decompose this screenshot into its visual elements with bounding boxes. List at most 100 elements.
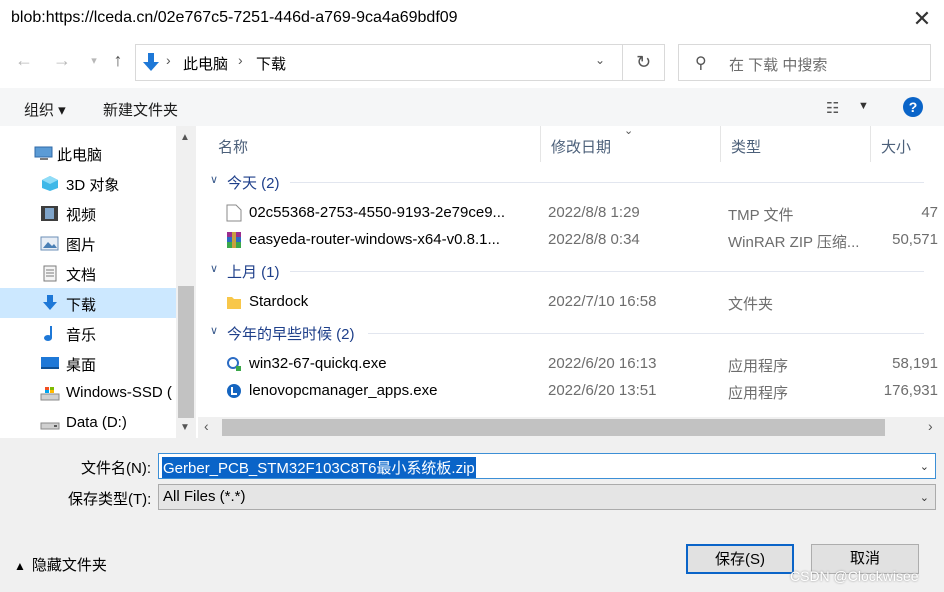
nav-scrollbar[interactable]: ▲ ▼ — [176, 126, 196, 438]
view-options-icon[interactable]: ☷ — [826, 99, 839, 117]
file-date: 2022/6/20 16:13 — [548, 355, 657, 372]
file-type: WinRAR ZIP 压缩... — [728, 234, 860, 251]
scroll-down-icon[interactable]: ▼ — [180, 422, 190, 433]
breadcrumb-downloads[interactable]: 下载 — [256, 53, 286, 74]
filename-label: 文件名(N): — [81, 460, 151, 477]
chevron-down-icon[interactable]: ⌄ — [920, 460, 929, 473]
file-list: ⌄ 名称 修改日期 类型 大小 ∨ 今天 (2) 02c55368-2753-4… — [198, 126, 944, 416]
column-header-size[interactable]: 大小 — [871, 126, 944, 162]
downloads-arrow-icon — [143, 53, 159, 71]
navigation-pane: 此电脑 3D 对象 视频 图片 文档 下载 音乐 桌面 Windows-SSD … — [0, 126, 196, 438]
nav-item-label: Windows-SSD ( — [66, 384, 172, 401]
group-header-last-month[interactable]: ∨ 上月 (1) — [198, 258, 944, 284]
scroll-up-icon[interactable]: ▲ — [180, 132, 190, 143]
window-title: blob:https://lceda.cn/02e767c5-7251-446d… — [11, 9, 458, 26]
nav-item-music[interactable]: 音乐 — [0, 318, 176, 348]
nav-item-videos[interactable]: 视频 — [0, 198, 176, 228]
nav-item-3d-objects[interactable]: 3D 对象 — [0, 168, 176, 198]
scroll-right-icon[interactable]: › — [928, 418, 933, 434]
address-bar[interactable]: › 此电脑 › 下载 ⌄ — [135, 44, 623, 81]
file-row[interactable]: easyeda-router-windows-x64-v0.8.1... 202… — [198, 226, 944, 253]
hide-folders-toggle[interactable]: ▲ 隐藏文件夹 — [14, 554, 107, 575]
organize-button[interactable]: 组织 ▾ — [24, 99, 66, 120]
nav-item-label: 桌面 — [66, 357, 97, 374]
chevron-up-icon: ▲ — [14, 559, 26, 573]
column-header-label: 名称 — [218, 139, 249, 156]
nav-item-label: 视频 — [66, 207, 97, 224]
group-label: 今天 (2) — [227, 175, 280, 192]
drive-icon — [40, 422, 60, 430]
nav-item-this-pc[interactable]: 此电脑 — [0, 138, 176, 168]
nav-item-downloads[interactable]: 下载 — [0, 288, 176, 318]
collapse-chevron-icon[interactable]: ∨ — [210, 173, 218, 186]
file-size: 58,191 — [892, 355, 938, 372]
nav-item-desktop[interactable]: 桌面 — [0, 348, 176, 378]
file-row[interactable]: 02c55368-2753-4550-9193-2e79ce9... 2022/… — [198, 199, 944, 226]
address-dropdown-chevron-icon[interactable]: ⌄ — [595, 53, 605, 67]
nav-item-label: 图片 — [66, 237, 97, 254]
file-row[interactable]: win32-67-quickq.exe 2022/6/20 16:13 应用程序… — [198, 350, 944, 377]
title-bar: blob:https://lceda.cn/02e767c5-7251-446d… — [0, 0, 944, 38]
folder-icon — [227, 297, 241, 309]
new-folder-button[interactable]: 新建文件夹 — [103, 99, 178, 120]
column-header-type[interactable]: 类型 — [721, 126, 871, 162]
help-icon[interactable]: ? — [903, 97, 923, 117]
forward-arrow-icon[interactable]: → — [50, 50, 74, 71]
lenovo-app-icon — [227, 384, 241, 398]
column-header-label: 大小 — [881, 139, 912, 156]
group-label: 今年的早些时候 (2) — [227, 326, 355, 343]
column-header-label: 类型 — [731, 139, 762, 156]
nav-item-data-d[interactable]: Data (D:) — [0, 408, 176, 438]
nav-item-documents[interactable]: 文档 — [0, 258, 176, 288]
close-icon[interactable]: ✕ — [904, 2, 940, 36]
group-label: 上月 (1) — [227, 264, 280, 281]
file-type: TMP 文件 — [728, 207, 794, 224]
file-row[interactable]: Stardock 2022/7/10 16:58 文件夹 — [198, 288, 944, 315]
back-arrow-icon[interactable]: ← — [12, 50, 36, 71]
file-size: 176,931 — [883, 382, 938, 399]
column-header-label: 修改日期 — [551, 139, 612, 156]
nav-item-label: Data (D:) — [66, 414, 127, 431]
desktop-icon — [41, 357, 59, 369]
drive-icon — [40, 387, 60, 401]
breadcrumb-separator-icon: › — [166, 52, 171, 68]
nav-item-label: 文档 — [66, 267, 97, 284]
breadcrumb-this-pc[interactable]: 此电脑 — [183, 53, 228, 74]
file-name: easyeda-router-windows-x64-v0.8.1... — [249, 231, 500, 248]
file-row[interactable]: lenovopcmanager_apps.exe 2022/6/20 13:51… — [198, 377, 944, 404]
collapse-chevron-icon[interactable]: ∨ — [210, 324, 218, 337]
group-divider — [368, 333, 924, 334]
recent-locations-chevron-icon[interactable]: ▾ — [82, 54, 106, 67]
file-date: 2022/6/20 13:51 — [548, 382, 657, 399]
scrollbar-thumb[interactable] — [178, 286, 194, 418]
nav-item-label: 此电脑 — [57, 147, 103, 164]
chevron-down-icon[interactable]: ⌄ — [920, 491, 929, 504]
filename-input[interactable]: Gerber_PCB_STM32F103C8T6最小系统板.zip ⌄ — [158, 453, 936, 479]
winrar-icon — [227, 232, 241, 248]
scroll-left-icon[interactable]: ‹ — [204, 418, 209, 434]
nav-item-pictures[interactable]: 图片 — [0, 228, 176, 258]
3d-objects-icon — [42, 176, 58, 191]
group-divider — [290, 271, 924, 272]
file-list-hscrollbar[interactable]: ‹ › — [198, 417, 944, 438]
column-header-name[interactable]: 名称 — [208, 126, 541, 162]
collapse-chevron-icon[interactable]: ∨ — [210, 262, 218, 275]
refresh-icon[interactable]: ↻ — [623, 44, 665, 81]
filetype-select[interactable]: All Files (*.*) ⌄ — [158, 484, 936, 510]
group-header-today[interactable]: ∨ 今天 (2) — [198, 169, 944, 195]
view-dropdown-chevron-icon[interactable]: ▼ — [858, 100, 869, 112]
search-input[interactable]: ⚲ 在 下载 中搜索 — [678, 44, 931, 81]
file-type: 应用程序 — [728, 358, 789, 375]
documents-icon — [43, 265, 57, 282]
group-divider — [290, 182, 924, 183]
file-date: 2022/8/8 0:34 — [548, 231, 640, 248]
file-type: 文件夹 — [728, 296, 774, 313]
save-button[interactable]: 保存(S) — [686, 544, 794, 574]
file-size: 50,571 — [892, 231, 938, 248]
up-arrow-icon[interactable]: ↑ — [106, 50, 130, 71]
group-header-earlier-this-year[interactable]: ∨ 今年的早些时候 (2) — [198, 320, 944, 346]
column-header-date[interactable]: 修改日期 — [541, 126, 721, 162]
nav-item-windows-ssd[interactable]: Windows-SSD ( — [0, 378, 176, 408]
music-icon — [44, 326, 52, 341]
scrollbar-thumb[interactable] — [222, 419, 885, 436]
